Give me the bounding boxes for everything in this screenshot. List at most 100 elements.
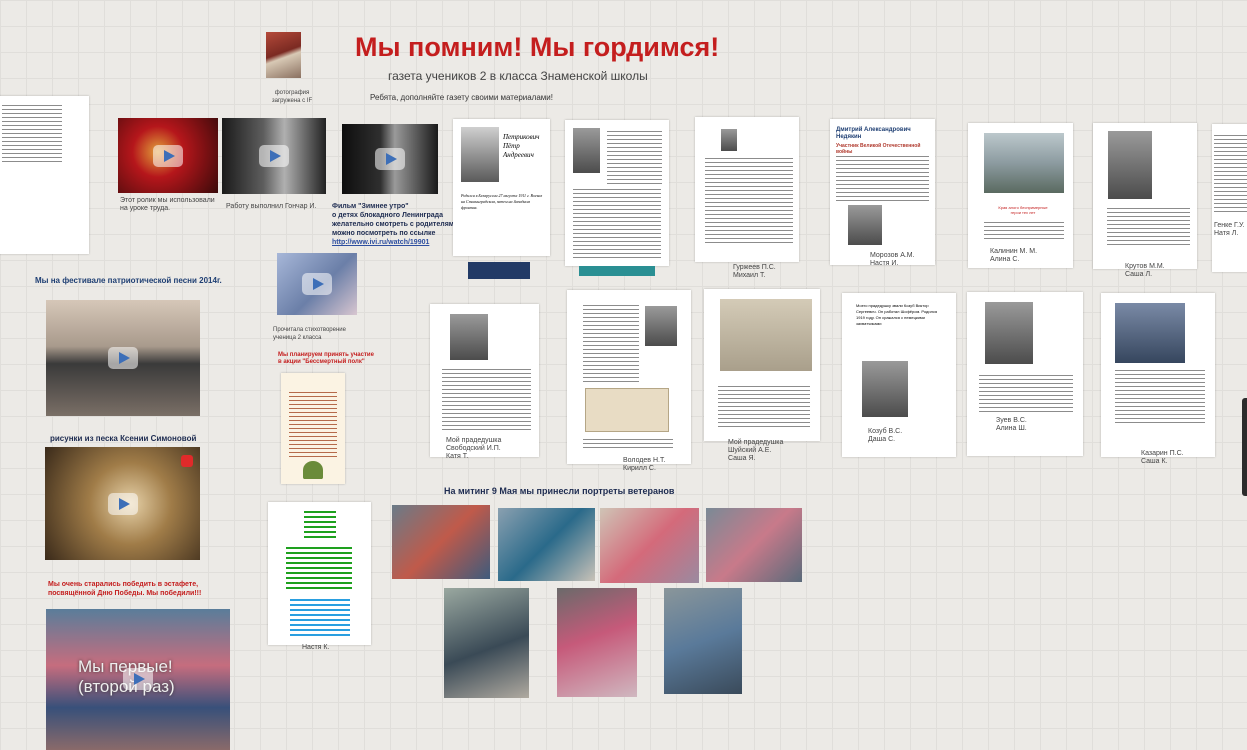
page-subtitle: газета учеников 2 в класса Знаменской шк…	[388, 69, 648, 83]
card-svobodsky[interactable]	[430, 304, 539, 457]
card-2[interactable]	[565, 120, 669, 266]
poem-lines-green	[304, 508, 336, 538]
page-title: Мы помним! Мы гордимся!	[355, 32, 720, 62]
sand-heading: рисунки из песка Ксении Симоновой	[50, 434, 197, 443]
veteran-portrait	[721, 129, 737, 151]
rally-photo-2[interactable]	[498, 508, 595, 581]
card-shuysky[interactable]	[704, 289, 820, 441]
play-icon	[259, 145, 289, 167]
card-volodev-caption: Володев Н.Т. Кирилл С.	[623, 457, 666, 472]
card-krutov[interactable]	[1093, 123, 1197, 269]
card-title: Дмитрий Александрович Недякин	[836, 127, 911, 140]
veteran-portrait	[450, 314, 488, 360]
video-sand[interactable]	[45, 447, 200, 560]
veteran-text: Родился в Беларуссии 27 августа 1911 г. …	[461, 193, 543, 210]
rally-photo-5[interactable]	[444, 588, 529, 698]
poem-lines-blue	[290, 596, 350, 636]
film-line-3: желательно смотреть с родителями.	[332, 221, 461, 228]
card-3-caption: Гуржеев П.С. Михаил Т.	[733, 264, 776, 279]
play-icon	[153, 144, 183, 167]
film-link[interactable]: http://www.ivi.ru/watch/19901	[332, 238, 462, 247]
veteran-portrait	[1115, 303, 1185, 363]
video-9-may[interactable]	[118, 118, 218, 193]
card-text-lines	[289, 389, 337, 459]
blue-note[interactable]	[468, 262, 530, 279]
card-zuev-caption: Зуев В.С. Алина Ш.	[996, 417, 1027, 432]
card-text-lines	[442, 366, 531, 432]
card-nedyakin-caption: Морозов А.М. Настя И.	[870, 252, 915, 267]
vertical-scrollbar[interactable]	[1242, 398, 1247, 496]
teal-note[interactable]	[579, 266, 655, 276]
card-text-lines	[1115, 367, 1205, 423]
video-gonchar[interactable]	[222, 118, 326, 194]
card-kazarin[interactable]	[1101, 293, 1215, 457]
card-text-lines	[984, 219, 1064, 239]
card-petrikovich[interactable]: Петрикович Пётр Андреевич Родился в Бела…	[453, 119, 550, 256]
rally-photo-7[interactable]	[664, 588, 742, 694]
film-description: Фильм "Зимнее утро" о детях блокадного Л…	[332, 202, 462, 247]
veteran-portrait	[573, 128, 600, 173]
invite-text: Ребята, дополняйте газету своими материа…	[370, 93, 553, 102]
card-text-lines	[583, 436, 673, 450]
veteran-portrait	[862, 361, 908, 417]
painting-caption: Края алого беспримерные герои тех лет	[998, 205, 1048, 215]
card-text-lines	[607, 128, 662, 184]
poster-tree-icon	[303, 461, 323, 479]
header-photo[interactable]	[266, 32, 301, 78]
video-left-caption: Этот ролик мы использовали на уроке труд…	[120, 197, 215, 212]
card-text-lines	[718, 383, 810, 429]
card-kalinin-caption: Калинин М. М. Алина С.	[990, 248, 1038, 263]
card-svobodsky-caption: Мой прадедушка Свободский И.П. Катя Т.	[446, 437, 502, 460]
rally-photo-3[interactable]	[600, 508, 699, 583]
film-line-2: о детях блокадного Ленинграда	[332, 212, 443, 219]
left-edge-card[interactable]	[0, 96, 89, 254]
play-icon	[302, 273, 332, 295]
action-poster[interactable]	[281, 373, 345, 484]
film-line-1: Фильм "Зимнее утро"	[332, 203, 409, 210]
poem-card[interactable]	[268, 502, 371, 645]
card-right-edge-caption: Генке Г.У. Натя Л.	[1214, 222, 1245, 237]
youtube-icon	[181, 455, 193, 467]
document-image	[720, 299, 812, 371]
card-kozub-caption: Козуб В.С. Даша С.	[868, 428, 903, 443]
card-text-lines	[1107, 205, 1190, 247]
play-icon	[375, 148, 405, 170]
card-3[interactable]	[695, 117, 799, 262]
video-festival[interactable]	[46, 300, 200, 416]
play-icon	[123, 668, 153, 690]
card-text-lines	[583, 302, 639, 382]
relay-heading: Мы очень старались победить в эстафете, …	[48, 581, 202, 597]
card-krutov-caption: Крутов М.М. Саша Л.	[1125, 263, 1165, 278]
header-photo-caption: фотография загружена с IF	[271, 90, 313, 104]
rally-heading: На митинг 9 Мая мы принесли портреты вет…	[444, 486, 675, 496]
card-text-lines	[2, 102, 62, 162]
rally-photo-1[interactable]	[392, 505, 490, 579]
card-volodev[interactable]	[567, 290, 691, 464]
document-image	[585, 388, 669, 432]
card-nedyakin[interactable]: Дмитрий Александрович Недякин Участник В…	[830, 119, 935, 265]
card-text-lines	[573, 186, 661, 260]
rally-photo-6[interactable]	[557, 588, 637, 697]
card-text-lines	[1214, 132, 1247, 214]
play-icon	[107, 492, 138, 515]
film-line-4: можно посмотреть по ссылке	[332, 230, 436, 237]
video-action[interactable]	[277, 253, 357, 315]
video-winter-morning[interactable]	[342, 124, 438, 194]
poem-lines-green	[286, 544, 352, 590]
play-icon	[108, 347, 138, 369]
veteran-portrait	[1108, 131, 1152, 199]
video-gonchar-caption: Работу выполнил Гончар И.	[226, 203, 317, 210]
card-right-edge[interactable]	[1212, 124, 1247, 272]
card-text: Моего прадедушку звали Козуб Виктор Серг…	[856, 303, 938, 326]
veteran-portrait	[985, 302, 1033, 364]
card-kalinin[interactable]: Края алого беспримерные герои тех лет	[968, 123, 1073, 268]
card-kazarin-caption: Казарин П.С. Саша К.	[1141, 450, 1184, 465]
rally-photo-4[interactable]	[706, 508, 802, 582]
veteran-portrait	[848, 205, 882, 245]
poem-caption: Настя К.	[302, 644, 330, 651]
action-heading: Мы планируем принять участие в акции "Бе…	[278, 352, 374, 365]
video-relay[interactable]: Мы первые! (второй раз)	[46, 609, 230, 750]
card-shuysky-caption: Мой прадедушка Шуйский А.Е. Саша Я.	[728, 439, 784, 462]
card-text-lines	[979, 372, 1073, 414]
card-text-lines	[836, 153, 929, 203]
